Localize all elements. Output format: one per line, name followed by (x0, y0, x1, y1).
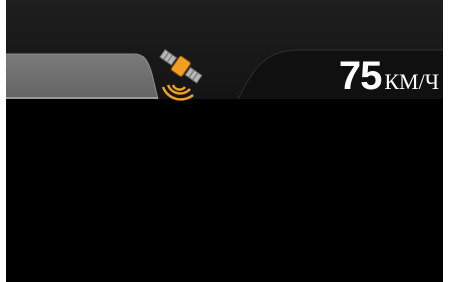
speed-unit: КМ/Ч (384, 69, 439, 94)
speed-indicator: 75 КМ/Ч (339, 56, 439, 96)
speed-value: 75 (338, 54, 382, 98)
status-bar: 75 КМ/Ч (6, 0, 443, 101)
map-view[interactable] (6, 101, 443, 282)
navigator-screen: 75 КМ/Ч (6, 0, 443, 282)
satellite-signal-icon (159, 49, 203, 101)
